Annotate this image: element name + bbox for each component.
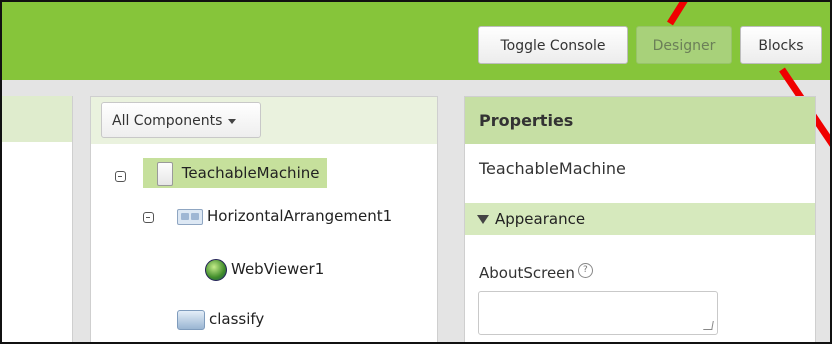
tree-node-classify[interactable]: classify	[177, 304, 264, 334]
tree-node-horizontalarrangement1[interactable]: HorizontalArrangement1	[177, 201, 392, 231]
designer-button[interactable]: Designer	[636, 26, 732, 64]
appearance-label: Appearance	[495, 210, 586, 228]
tree-node-webviewer1[interactable]: WebViewer1	[205, 254, 324, 284]
caret-down-icon	[228, 118, 237, 124]
components-panel-header: All Components	[91, 97, 437, 144]
toggle-console-button[interactable]: Toggle Console	[478, 26, 628, 64]
tree-node-label: TeachableMachine	[181, 164, 320, 182]
selected-component-name: TeachableMachine	[479, 159, 626, 178]
blocks-button[interactable]: Blocks	[740, 26, 822, 64]
collapse-icon[interactable]	[143, 212, 154, 223]
help-icon[interactable]: ?	[577, 263, 593, 278]
tree-node-teachablemachine[interactable]: TeachableMachine	[143, 158, 328, 188]
properties-header: Properties	[465, 97, 815, 144]
horizontal-arrangement-icon	[177, 208, 203, 225]
dropdown-label: All Components	[112, 113, 223, 129]
triangle-down-icon	[477, 215, 489, 224]
about-screen-textarea[interactable]	[478, 291, 718, 335]
button-icon	[177, 309, 205, 330]
tree-node-label: WebViewer1	[231, 260, 325, 278]
collapse-icon[interactable]	[115, 171, 126, 182]
webviewer-icon	[205, 258, 227, 281]
tree-node-label: HorizontalArrangement1	[207, 207, 393, 225]
all-components-dropdown[interactable]: All Components	[101, 102, 261, 138]
properties-panel: Properties TeachableMachine Appearance A…	[464, 96, 816, 342]
screen-icon	[157, 161, 173, 186]
resize-grip-icon[interactable]	[703, 321, 714, 330]
tree-node-label: classify	[209, 310, 265, 328]
about-screen-text: AboutScreen	[479, 264, 575, 282]
viewer-panel	[2, 96, 73, 342]
about-screen-label: AboutScreen?	[479, 263, 593, 282]
components-panel: All Components TeachableMachine Horizont…	[90, 96, 438, 342]
viewer-panel-header	[2, 96, 72, 142]
app-frame: Toggle Console Designer Blocks All Compo…	[0, 0, 832, 344]
top-toolbar: Toggle Console Designer Blocks	[2, 2, 830, 80]
appearance-section-toggle[interactable]: Appearance	[465, 203, 815, 235]
